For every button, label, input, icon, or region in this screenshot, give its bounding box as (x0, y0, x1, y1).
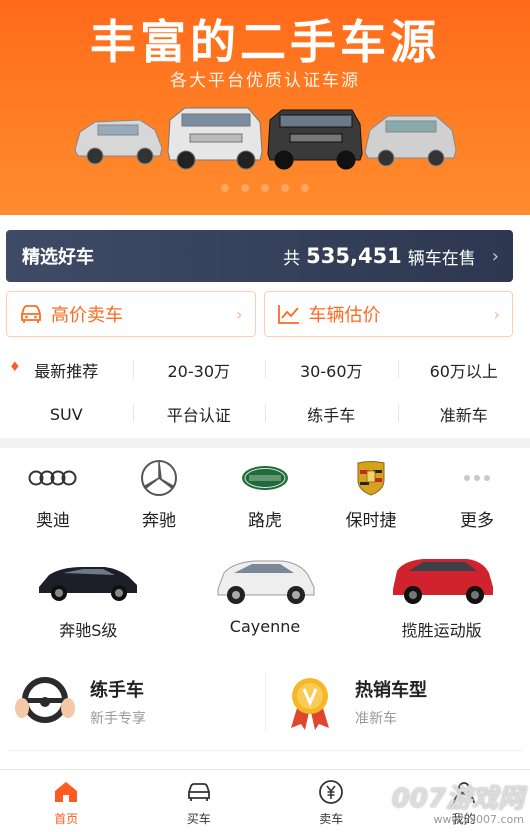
audi-logo-icon (28, 470, 77, 486)
feature-hot-models[interactable]: 热销车型 准新车 (265, 663, 530, 741)
feature-subtitle: 准新车 (355, 711, 397, 727)
filter-practice-car[interactable]: 练手车 (265, 402, 398, 426)
nav-buy-car[interactable]: 买车 (133, 770, 266, 832)
brand-name: 奔驰 (142, 511, 176, 531)
site-watermark: 007游戏网 www.yx007.com (392, 778, 524, 826)
banner-dot (281, 184, 289, 192)
banner-cars-image (74, 107, 457, 170)
brand-audi[interactable]: 奥迪 (0, 458, 106, 531)
car-image-2 (167, 107, 263, 170)
banner-dot (221, 184, 229, 192)
trend-chart-icon (277, 305, 299, 324)
yuan-coin-icon (319, 780, 344, 804)
brand-name: 奥迪 (36, 511, 70, 531)
nav-label: 首页 (54, 812, 79, 826)
car-icon (187, 783, 210, 801)
nav-sell-car[interactable]: 卖车 (265, 770, 398, 832)
featured-count: 535,451 (306, 244, 402, 268)
filter-label: 最新推荐 (34, 362, 99, 381)
watermark-title: 007游戏网 (391, 784, 524, 814)
sell-car-label: 高价卖车 (51, 305, 123, 326)
model-car-image (217, 560, 315, 604)
action-buttons: 高价卖车 › 车辆估价 › (6, 291, 513, 337)
car-image-1 (74, 119, 163, 165)
featured-count-prefix: 共 (283, 248, 301, 269)
chevron-right-icon: › (493, 304, 500, 324)
quick-filter-row: SUV 平台认证 练手车 准新车 (0, 392, 530, 436)
brand-name: 更多 (460, 511, 494, 531)
brand-mercedes[interactable]: 奔驰 (106, 458, 212, 531)
steering-wheel-icon (15, 677, 75, 723)
car-valuation-label: 车辆估价 (308, 305, 381, 326)
model-cayenne[interactable]: Cayenne (177, 551, 354, 641)
model-car-image (392, 559, 493, 604)
car-icon (21, 305, 41, 323)
model-car-image (39, 567, 138, 601)
filter-latest[interactable]: ♦ 最新推荐 (0, 358, 133, 382)
banner-dot (301, 184, 309, 192)
feature-title: 热销车型 (355, 680, 427, 701)
filter-30-60w[interactable]: 30-60万 (265, 358, 398, 382)
landrover-logo-icon (242, 466, 288, 490)
brand-more[interactable]: 更多 (424, 458, 530, 531)
mercedes-logo-icon (141, 460, 177, 496)
promo-banner[interactable]: 丰富的二手车源 各大平台优质认证车源 (0, 0, 530, 215)
model-name: Cayenne (229, 617, 301, 636)
banner-pagination (0, 184, 530, 192)
featured-cars-title: 精选好车 (22, 247, 94, 268)
model-name: 揽胜运动版 (401, 621, 482, 640)
feature-subtitle: 新手专享 (90, 711, 146, 727)
brand-name: 保时捷 (345, 511, 397, 531)
model-mercedes-s-class[interactable]: 奔驰S级 (0, 551, 177, 641)
featured-count-suffix: 辆车在售 (407, 248, 476, 269)
banner-dot (241, 184, 249, 192)
car-valuation-button[interactable]: 车辆估价 › (263, 291, 513, 337)
model-name: 奔驰S级 (59, 621, 118, 640)
more-dots-icon (464, 475, 490, 481)
brand-landrover[interactable]: 路虎 (212, 458, 318, 531)
model-range-rover-sport[interactable]: 揽胜运动版 (353, 551, 530, 641)
feature-cards: 练手车 新手专享 热销车型 准新车 (0, 663, 530, 741)
brand-name: 路虎 (248, 511, 282, 531)
nav-label: 卖车 (319, 812, 344, 826)
filter-certified[interactable]: 平台认证 (132, 402, 266, 426)
popular-models: 奔驰S级 Cayenne 揽胜运动版 (0, 551, 530, 641)
home-icon (55, 782, 78, 802)
banner-title: 丰富的二手车源 (90, 15, 440, 69)
filter-near-new[interactable]: 准新车 (397, 402, 530, 426)
flame-icon: ♦ (9, 360, 21, 375)
brand-porsche[interactable]: 保时捷 (318, 458, 424, 531)
quick-filters: ♦ 最新推荐 20-30万 30-60万 60万以上 SUV 平台认证 练手车 … (0, 348, 530, 436)
banner-dot (261, 184, 269, 192)
chevron-right-icon: › (491, 245, 499, 267)
section-divider (8, 750, 522, 751)
feature-title: 练手车 (90, 680, 144, 701)
featured-cars-bar[interactable]: 精选好车 共 535,451 辆车在售 › (6, 230, 513, 282)
nav-home[interactable]: 首页 (0, 770, 133, 832)
feature-practice-car[interactable]: 练手车 新手专享 (0, 663, 265, 741)
medal-icon (291, 678, 329, 730)
chevron-right-icon: › (236, 304, 243, 324)
porsche-logo-icon (357, 461, 385, 496)
filter-20-30w[interactable]: 20-30万 (132, 358, 266, 382)
filter-60w-plus[interactable]: 60万以上 (397, 358, 530, 382)
sell-car-button[interactable]: 高价卖车 › (6, 291, 256, 337)
filter-suv[interactable]: SUV (0, 405, 133, 424)
banner-subtitle: 各大平台优质认证车源 (170, 71, 360, 91)
section-divider (0, 438, 530, 448)
quick-filter-row: ♦ 最新推荐 20-30万 30-60万 60万以上 (0, 348, 530, 392)
car-image-4 (364, 115, 457, 167)
nav-label: 买车 (186, 812, 211, 826)
car-image-3 (267, 109, 363, 170)
brand-list: 奥迪 奔驰 路虎 保时捷 更多 (0, 458, 530, 531)
main-content: 精选好车 共 535,451 辆车在售 › 高价卖车 › 车辆估价 › ♦ 最新… (0, 215, 530, 775)
